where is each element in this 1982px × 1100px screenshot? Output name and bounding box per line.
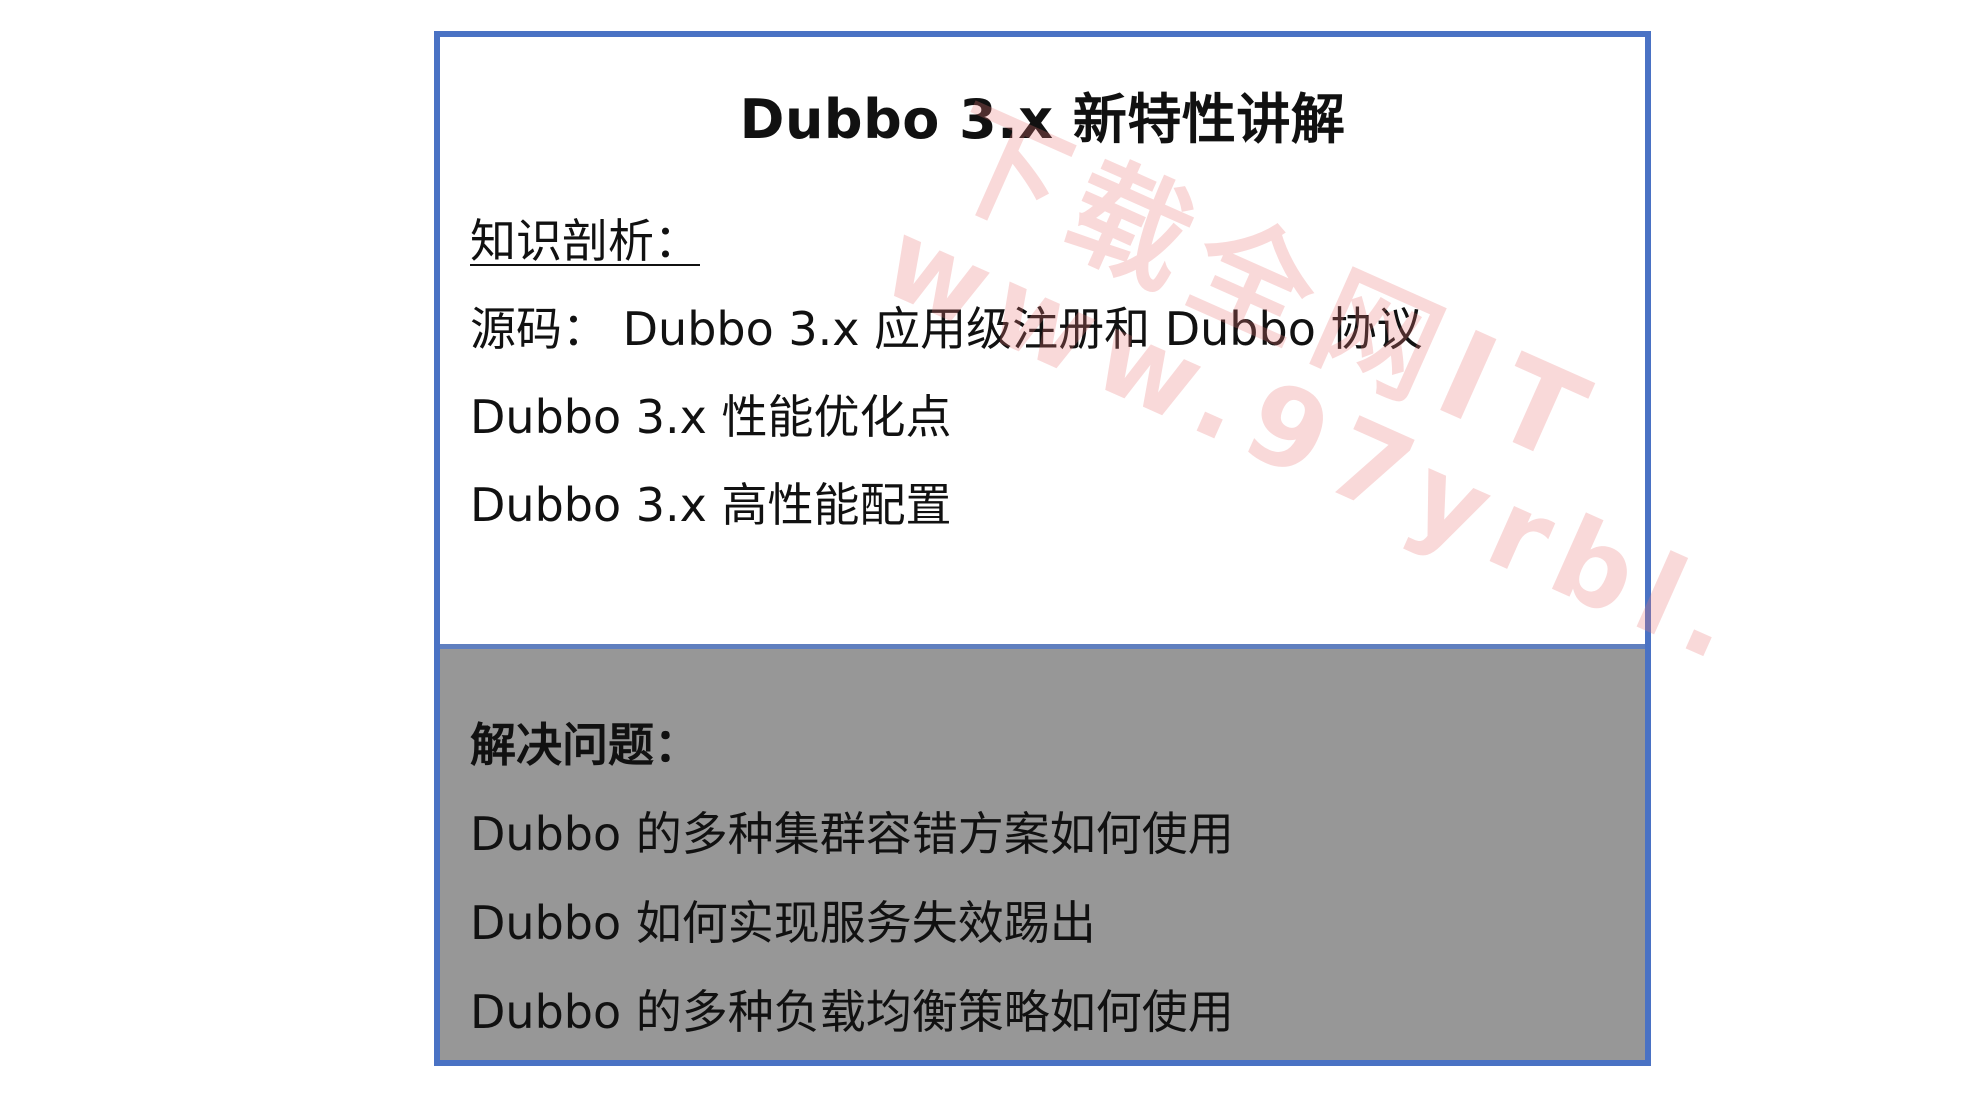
problems-line-3: Dubbo 的多种负载均衡策略如何使用 <box>470 985 1234 1039</box>
analysis-line-1: 源码： Dubbo 3.x 应用级注册和 Dubbo 协议 <box>470 302 1423 356</box>
slide-top-panel: Dubbo 3.x 新特性讲解 知识剖析： 源码： Dubbo 3.x 应用级注… <box>440 37 1645 644</box>
problems-line-2: Dubbo 如何实现服务失效踢出 <box>470 896 1096 950</box>
slide-card: Dubbo 3.x 新特性讲解 知识剖析： 源码： Dubbo 3.x 应用级注… <box>434 31 1651 1066</box>
analysis-line-2: Dubbo 3.x 性能优化点 <box>470 390 952 444</box>
slide-title: Dubbo 3.x 新特性讲解 <box>739 88 1346 151</box>
analysis-label: 知识剖析： <box>470 214 700 268</box>
analysis-line-3: Dubbo 3.x 高性能配置 <box>470 478 952 532</box>
problems-line-1: Dubbo 的多种集群容错方案如何使用 <box>470 807 1234 861</box>
problems-label: 解决问题： <box>470 718 700 772</box>
slide-bottom-panel: 解决问题： Dubbo 的多种集群容错方案如何使用 Dubbo 如何实现服务失效… <box>440 644 1645 1060</box>
